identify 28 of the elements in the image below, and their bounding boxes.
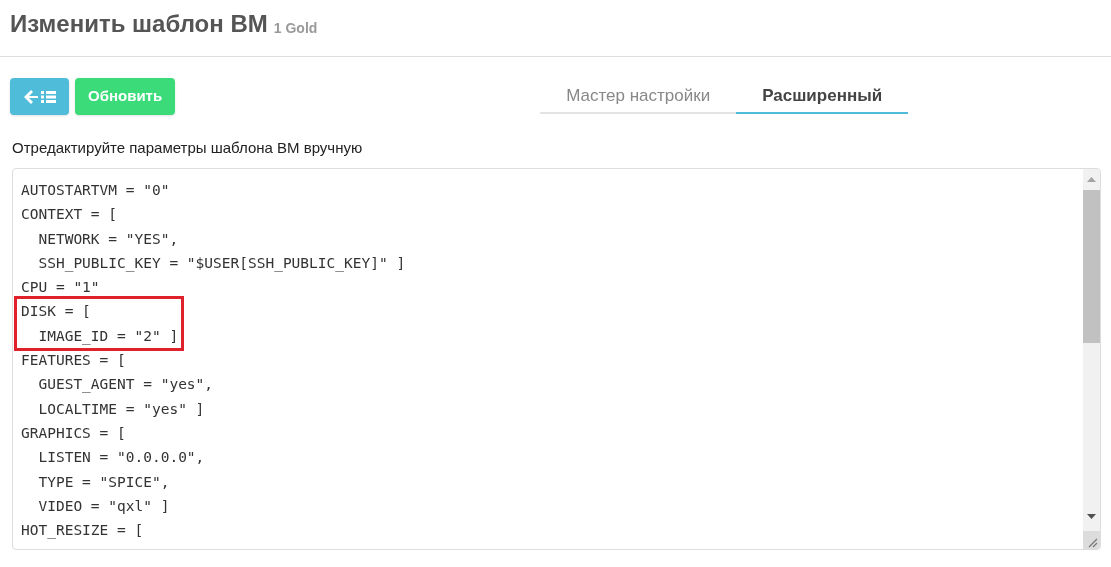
code-line: DISK = [ xyxy=(21,302,91,322)
back-button[interactable] xyxy=(10,78,69,115)
tab[interactable]: Мастер настройки xyxy=(540,79,737,114)
code-line: HOT_RESIZE = [ xyxy=(21,521,144,541)
scrollbar[interactable] xyxy=(1083,169,1100,549)
code-line: GRAPHICS = [ xyxy=(21,423,126,443)
code-line: CPU = "1" xyxy=(21,278,100,298)
description-text: Отредактируйте параметры шаблона ВМ вручную xyxy=(11,138,364,158)
scrollbar-thumb[interactable] xyxy=(1083,190,1100,343)
back-list-icon xyxy=(23,89,56,104)
update-button[interactable]: Обновить xyxy=(75,78,176,115)
code-line: IMAGE_ID = "2" ] xyxy=(37,326,179,347)
resize-grip-icon[interactable] xyxy=(1083,531,1100,549)
code-line: NETWORK = "YES", xyxy=(37,229,179,249)
page-title: Изменить шаблон ВМ xyxy=(10,12,268,36)
page-subtitle: 1 Gold xyxy=(273,21,318,35)
scroll-up-icon[interactable] xyxy=(1087,177,1096,182)
code-line: VIDEO = "qxl" ] xyxy=(37,496,170,516)
code-line: LOCALTIME = "yes" ] xyxy=(37,399,205,419)
code-line: AUTOSTARTVM = "0" xyxy=(21,181,170,200)
code-line: LISTEN = "0.0.0.0", xyxy=(37,448,205,468)
code-line: GUEST_AGENT = "yes", xyxy=(37,375,214,395)
code-line: CONTEXT = [ xyxy=(21,205,118,225)
code-line: FEATURES = [ xyxy=(21,351,126,371)
tab[interactable]: Расширенный xyxy=(736,79,909,114)
code-line: SSH_PUBLIC_KEY = "$USER[SSH_PUBLIC_KEY]" ] xyxy=(37,253,406,274)
code-line: TYPE = "SPICE", xyxy=(37,472,170,492)
scroll-down-icon[interactable] xyxy=(1087,514,1096,519)
